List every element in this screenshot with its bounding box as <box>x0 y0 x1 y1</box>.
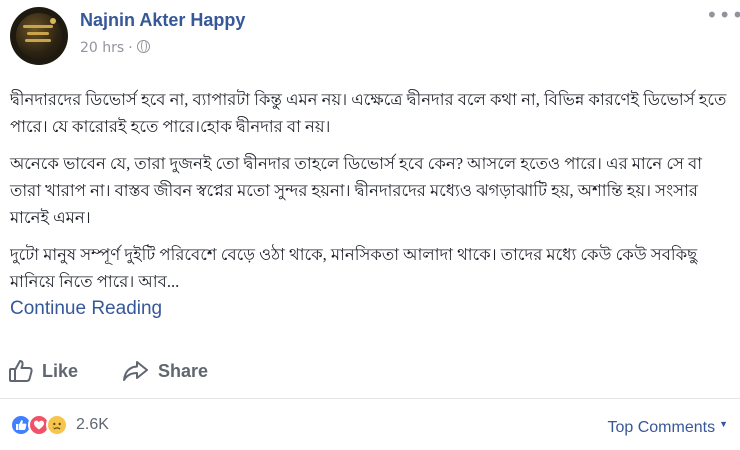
reactions-summary[interactable]: 2.6K <box>10 414 109 436</box>
author-name[interactable]: Najnin Akter Happy <box>80 10 245 31</box>
meta-separator: · <box>128 40 133 56</box>
reaction-count: 2.6K <box>76 416 109 433</box>
post-meta: 20 hrs · <box>80 40 150 56</box>
share-button[interactable]: Share <box>122 356 208 386</box>
sad-reaction-icon <box>46 414 68 436</box>
share-arrow-icon <box>122 358 150 384</box>
continue-reading-link[interactable]: Continue Reading <box>10 298 162 320</box>
caret-down-icon: ▼ <box>719 419 728 429</box>
facebook-post: Najnin Akter Happy 20 hrs· ••• দ্বীনদারদ… <box>0 0 740 450</box>
post-paragraph: দুটো মানুষ সম্পূর্ণ দুইটি পরিবেশে বেড়ে … <box>10 245 698 291</box>
post-paragraph: দ্বীনদারদের ডিভোর্স হবে না, ব্যাপারটা কি… <box>10 90 727 136</box>
avatar-logo-mark <box>23 25 53 28</box>
avatar-logo-mark <box>25 39 51 42</box>
divider <box>0 398 740 399</box>
avatar[interactable] <box>10 7 68 65</box>
globe-icon[interactable] <box>136 40 150 53</box>
share-label: Share <box>158 360 209 381</box>
like-button[interactable]: Like <box>8 356 78 386</box>
more-options-icon[interactable]: ••• <box>706 5 740 25</box>
thumbs-up-icon <box>8 358 34 384</box>
avatar-logo-dot <box>50 18 56 24</box>
top-comments-dropdown[interactable]: Top Comments ▼ <box>607 419 728 437</box>
avatar-logo-mark <box>27 32 49 35</box>
post-body: দ্বীনদারদের ডিভোর্স হবে না, ব্যাপারটা কি… <box>10 86 730 305</box>
top-comments-label: Top Comments <box>607 419 716 436</box>
like-label: Like <box>42 360 79 381</box>
post-timestamp[interactable]: 20 hrs <box>80 40 124 56</box>
post-paragraph: অনেকে ভাবেন যে, তারা দুজনই তো দ্বীনদার ত… <box>10 154 703 227</box>
